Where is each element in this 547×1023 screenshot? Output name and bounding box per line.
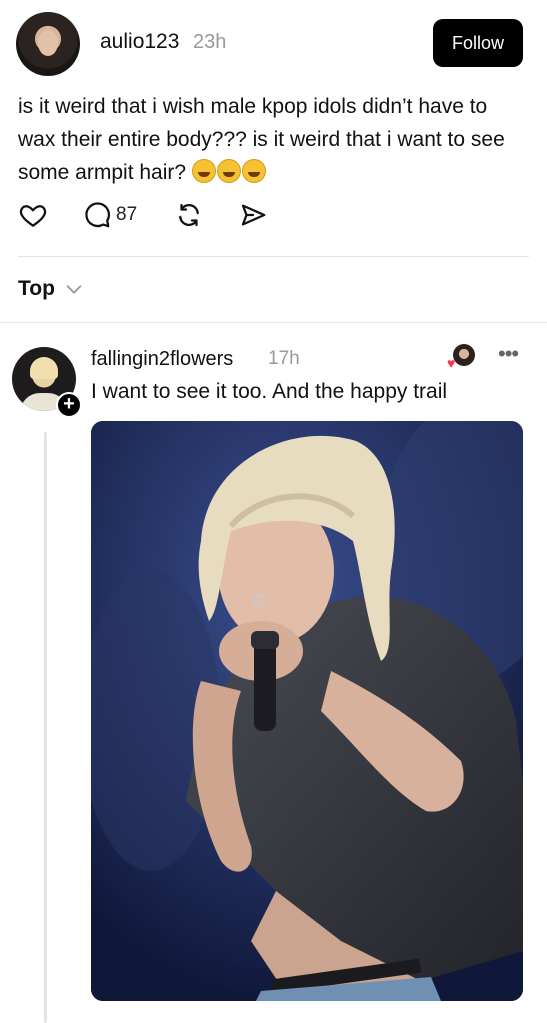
reply-username[interactable]: fallingin2flowers <box>91 348 233 371</box>
performer-photo <box>91 421 523 1001</box>
post-timestamp: 23h <box>193 31 227 53</box>
post-actions: 87 <box>18 200 318 240</box>
heart-icon: ♥ <box>447 355 456 371</box>
sort-dropdown[interactable]: Top <box>18 277 85 301</box>
thread-line <box>44 432 47 1023</box>
avatar-face <box>38 30 58 56</box>
author-username[interactable]: aulio123 <box>100 30 179 54</box>
post-header: aulio123 23h Follow <box>0 0 547 90</box>
reply-button[interactable]: 87 <box>82 200 137 230</box>
heart-icon <box>19 205 47 227</box>
author-avatar[interactable] <box>16 12 80 76</box>
follow-button[interactable]: Follow <box>433 19 523 67</box>
divider <box>18 256 529 257</box>
more-icon[interactable]: ••• <box>498 343 519 365</box>
liked-by-author-indicator: ♥ <box>447 344 475 372</box>
laughing-emoji-icon <box>216 159 241 183</box>
reply-count: 87 <box>116 204 138 225</box>
sort-label: Top <box>18 277 55 300</box>
avatar-hair <box>30 357 58 379</box>
laughing-emoji-icon <box>241 159 266 183</box>
follow-plus-icon[interactable]: + <box>56 392 82 418</box>
share-icon <box>241 204 266 226</box>
laughing-emoji-icon <box>191 159 216 183</box>
chevron-down-icon <box>66 285 82 294</box>
reply-timestamp: 17h <box>268 348 300 369</box>
repost-button[interactable] <box>174 200 204 230</box>
liked-by-avatar <box>453 344 475 366</box>
repost-icon <box>179 203 199 227</box>
comment-icon <box>85 202 111 228</box>
post-body: is it weird that i wish male kpop idols … <box>18 90 528 189</box>
laughing-emoji-group <box>191 159 267 184</box>
divider <box>0 322 547 323</box>
reply-text: I want to see it too. And the happy trai… <box>91 380 448 403</box>
share-button[interactable] <box>238 200 268 230</box>
reply-image[interactable] <box>91 421 523 1001</box>
like-button[interactable] <box>18 200 48 230</box>
microphone <box>254 641 276 731</box>
